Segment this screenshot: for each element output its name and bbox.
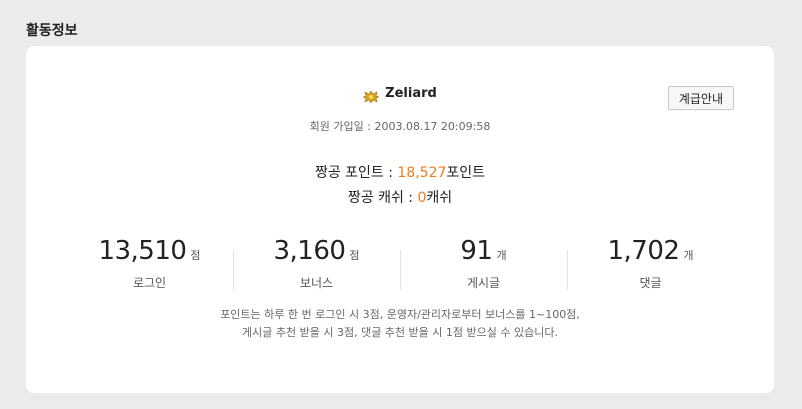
stat-login-label: 로그인 (132, 276, 167, 290)
stats-row: 13,510 점 로그인 3,160 점 보너스 91 개 게시글 1,702 … (66, 236, 734, 296)
section-title: 활동정보 (26, 23, 78, 39)
join-date-label: 회원 가입일 : (309, 120, 375, 133)
stat-login-value: 13,510 (98, 236, 187, 266)
stat-bonus-value: 3,160 (273, 236, 346, 266)
cash-unit: 캐쉬 (426, 190, 453, 206)
stat-comments: 1,702 개 댓글 (567, 236, 734, 296)
points-unit: 포인트 (446, 165, 486, 181)
join-date-value: 2003.08.17 20:09:58 (374, 120, 491, 133)
user-row: Zeliard (26, 86, 774, 104)
cash-row: 짱공 캐쉬 : 0캐쉬 (26, 187, 774, 207)
rank-badge-icon (362, 88, 381, 104)
stat-login: 13,510 점 로그인 (66, 236, 233, 296)
stat-posts-value: 91 (460, 236, 493, 266)
stat-bonus-label: 보너스 (299, 276, 334, 290)
stat-posts: 91 개 게시글 (400, 236, 567, 296)
stat-login-unit: 점 (190, 249, 201, 262)
stat-posts-label: 게시글 (466, 276, 501, 290)
points-value: 18,527 (397, 165, 447, 181)
stat-bonus: 3,160 점 보너스 (233, 236, 400, 296)
stat-comments-unit: 개 (683, 249, 694, 262)
stat-bonus-unit: 점 (349, 249, 360, 262)
points-row: 짱공 포인트 : 18,527포인트 (26, 162, 774, 182)
username: Zeliard (385, 86, 437, 101)
stat-comments-value: 1,702 (607, 236, 680, 266)
notice-line-2: 게시글 추천 받을 시 3점, 댓글 추천 받을 시 1점 받으실 수 있습니다… (242, 326, 558, 339)
points-label: 짱공 포인트 : (314, 165, 398, 181)
stat-posts-unit: 개 (496, 249, 507, 262)
stat-comments-label: 댓글 (639, 276, 662, 290)
notice-line-1: 포인트는 하루 한 번 로그인 시 3점, 운영자/관리자로부터 보너스를 1~… (220, 308, 580, 321)
activity-card: 계급안내 Zeliard 회원 가입일 : 2003.08.17 20:09:5… (26, 46, 774, 393)
points-notice: 포인트는 하루 한 번 로그인 시 3점, 운영자/관리자로부터 보너스를 1~… (26, 306, 774, 342)
cash-label: 짱공 캐쉬 : (347, 190, 418, 206)
join-date-row: 회원 가입일 : 2003.08.17 20:09:58 (26, 118, 774, 134)
